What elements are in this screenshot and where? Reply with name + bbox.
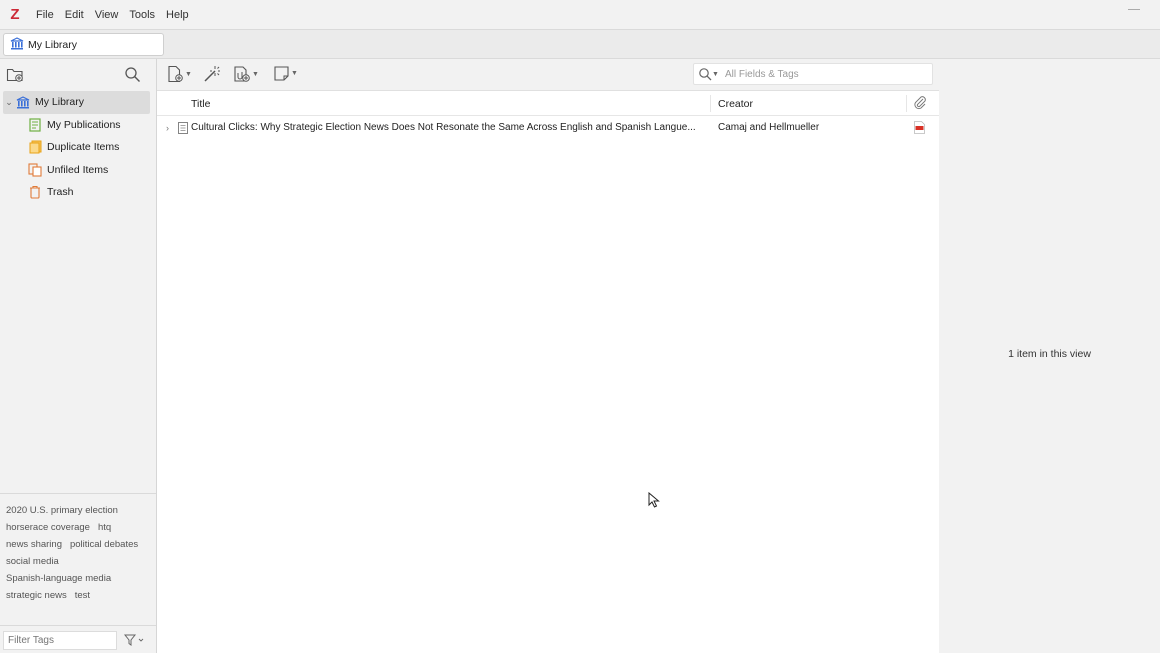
trash-icon: [27, 185, 43, 199]
library-icon: [10, 36, 24, 53]
tag[interactable]: political debates: [70, 539, 138, 550]
magic-wand-icon: [204, 66, 220, 82]
chevron-right-icon[interactable]: ›: [166, 123, 169, 133]
search-icon: [699, 68, 712, 81]
chevron-down-icon: ▼: [291, 70, 298, 77]
add-attachment-button[interactable]: ▼: [233, 65, 259, 83]
tab-bar: My Library: [0, 29, 1160, 59]
tag[interactable]: test: [75, 590, 90, 601]
items-toolbar: ▼ ▼ ▼ ▼ All Fields & Tags: [157, 59, 939, 91]
collection-duplicate-items[interactable]: Duplicate Items: [3, 136, 156, 159]
column-divider[interactable]: [906, 95, 907, 112]
tag[interactable]: htq: [98, 522, 111, 533]
column-headers: Title Creator: [157, 91, 939, 116]
tag[interactable]: news sharing: [6, 539, 62, 550]
collection-label: Unfiled Items: [47, 163, 109, 176]
paperclip-icon[interactable]: [913, 96, 927, 113]
collection-my-library[interactable]: ⌄ My Library: [3, 91, 150, 114]
new-note-button[interactable]: ▼: [273, 65, 298, 82]
search-icon[interactable]: [124, 66, 141, 86]
column-header-creator[interactable]: Creator: [718, 98, 753, 110]
menu-bar: Z File Edit View Tools Help: [0, 0, 1160, 29]
new-item-icon: [168, 65, 183, 83]
menu-file[interactable]: File: [36, 9, 54, 21]
zotero-logo: Z: [10, 6, 20, 23]
mouse-cursor-icon: [648, 491, 660, 511]
collections-toolbar: [0, 59, 156, 91]
tag[interactable]: social media: [6, 556, 59, 567]
filter-icon[interactable]: [123, 634, 144, 649]
collection-label: Trash: [47, 186, 74, 199]
column-divider[interactable]: [710, 95, 711, 112]
journal-article-icon: [178, 122, 188, 137]
pdf-icon[interactable]: [914, 121, 925, 137]
minimize-icon[interactable]: [1128, 9, 1140, 10]
chevron-down-icon[interactable]: ▼: [712, 71, 719, 78]
publications-icon: [27, 118, 43, 132]
item-title: Cultural Clicks: Why Strategic Election …: [191, 122, 696, 133]
library-icon: [15, 95, 31, 109]
collections-pane: ⌄ My Library My Publications Duplicate I…: [0, 59, 157, 653]
tag-filter-bar: [0, 625, 156, 653]
collection-tree: ⌄ My Library My Publications Duplicate I…: [0, 91, 156, 204]
tab-my-library[interactable]: My Library: [3, 33, 164, 56]
tag[interactable]: strategic news: [6, 590, 67, 601]
collection-label: Duplicate Items: [47, 141, 120, 154]
tag[interactable]: horserace coverage: [6, 522, 90, 533]
note-icon: [274, 66, 289, 81]
collection-trash[interactable]: Trash: [3, 181, 156, 204]
menu-tools[interactable]: Tools: [129, 9, 155, 21]
new-item-button[interactable]: ▼: [167, 65, 192, 83]
search-placeholder: All Fields & Tags: [724, 68, 799, 80]
chevron-down-icon[interactable]: ⌄: [3, 97, 15, 108]
menu-help[interactable]: Help: [166, 9, 189, 21]
tag[interactable]: Spanish-language media: [6, 573, 111, 584]
duplicate-icon: [27, 140, 43, 154]
attachment-add-icon: [234, 66, 250, 82]
table-row[interactable]: › Cultural Clicks: Why Strategic Electio…: [157, 116, 939, 140]
tag[interactable]: 2020 U.S. primary election: [6, 505, 118, 516]
items-search-field[interactable]: ▼ All Fields & Tags: [693, 63, 933, 85]
tag-selector: 2020 U.S. primary election horserace cov…: [0, 493, 156, 623]
new-collection-icon[interactable]: [6, 66, 24, 86]
item-count-message: 1 item in this view: [1008, 348, 1091, 360]
filter-tags-input[interactable]: [3, 631, 117, 650]
magic-wand-button[interactable]: [203, 65, 221, 83]
item-pane: 1 item in this view: [939, 59, 1160, 653]
tab-label: My Library: [28, 38, 78, 51]
menu-view[interactable]: View: [95, 9, 119, 21]
menu-edit[interactable]: Edit: [65, 9, 84, 21]
collection-label: My Publications: [47, 118, 121, 131]
chevron-down-icon: ▼: [185, 70, 192, 78]
column-header-title[interactable]: Title: [191, 98, 210, 110]
unfiled-icon: [27, 163, 43, 177]
item-creator: Camaj and Hellmueller: [718, 122, 820, 133]
collection-my-publications[interactable]: My Publications: [3, 114, 156, 137]
collection-unfiled-items[interactable]: Unfiled Items: [3, 159, 156, 182]
chevron-down-icon: ▼: [252, 70, 259, 78]
items-pane: ▼ ▼ ▼ ▼ All Fields & Tags Title Creator …: [157, 59, 939, 653]
collection-label: My Library: [35, 96, 85, 109]
